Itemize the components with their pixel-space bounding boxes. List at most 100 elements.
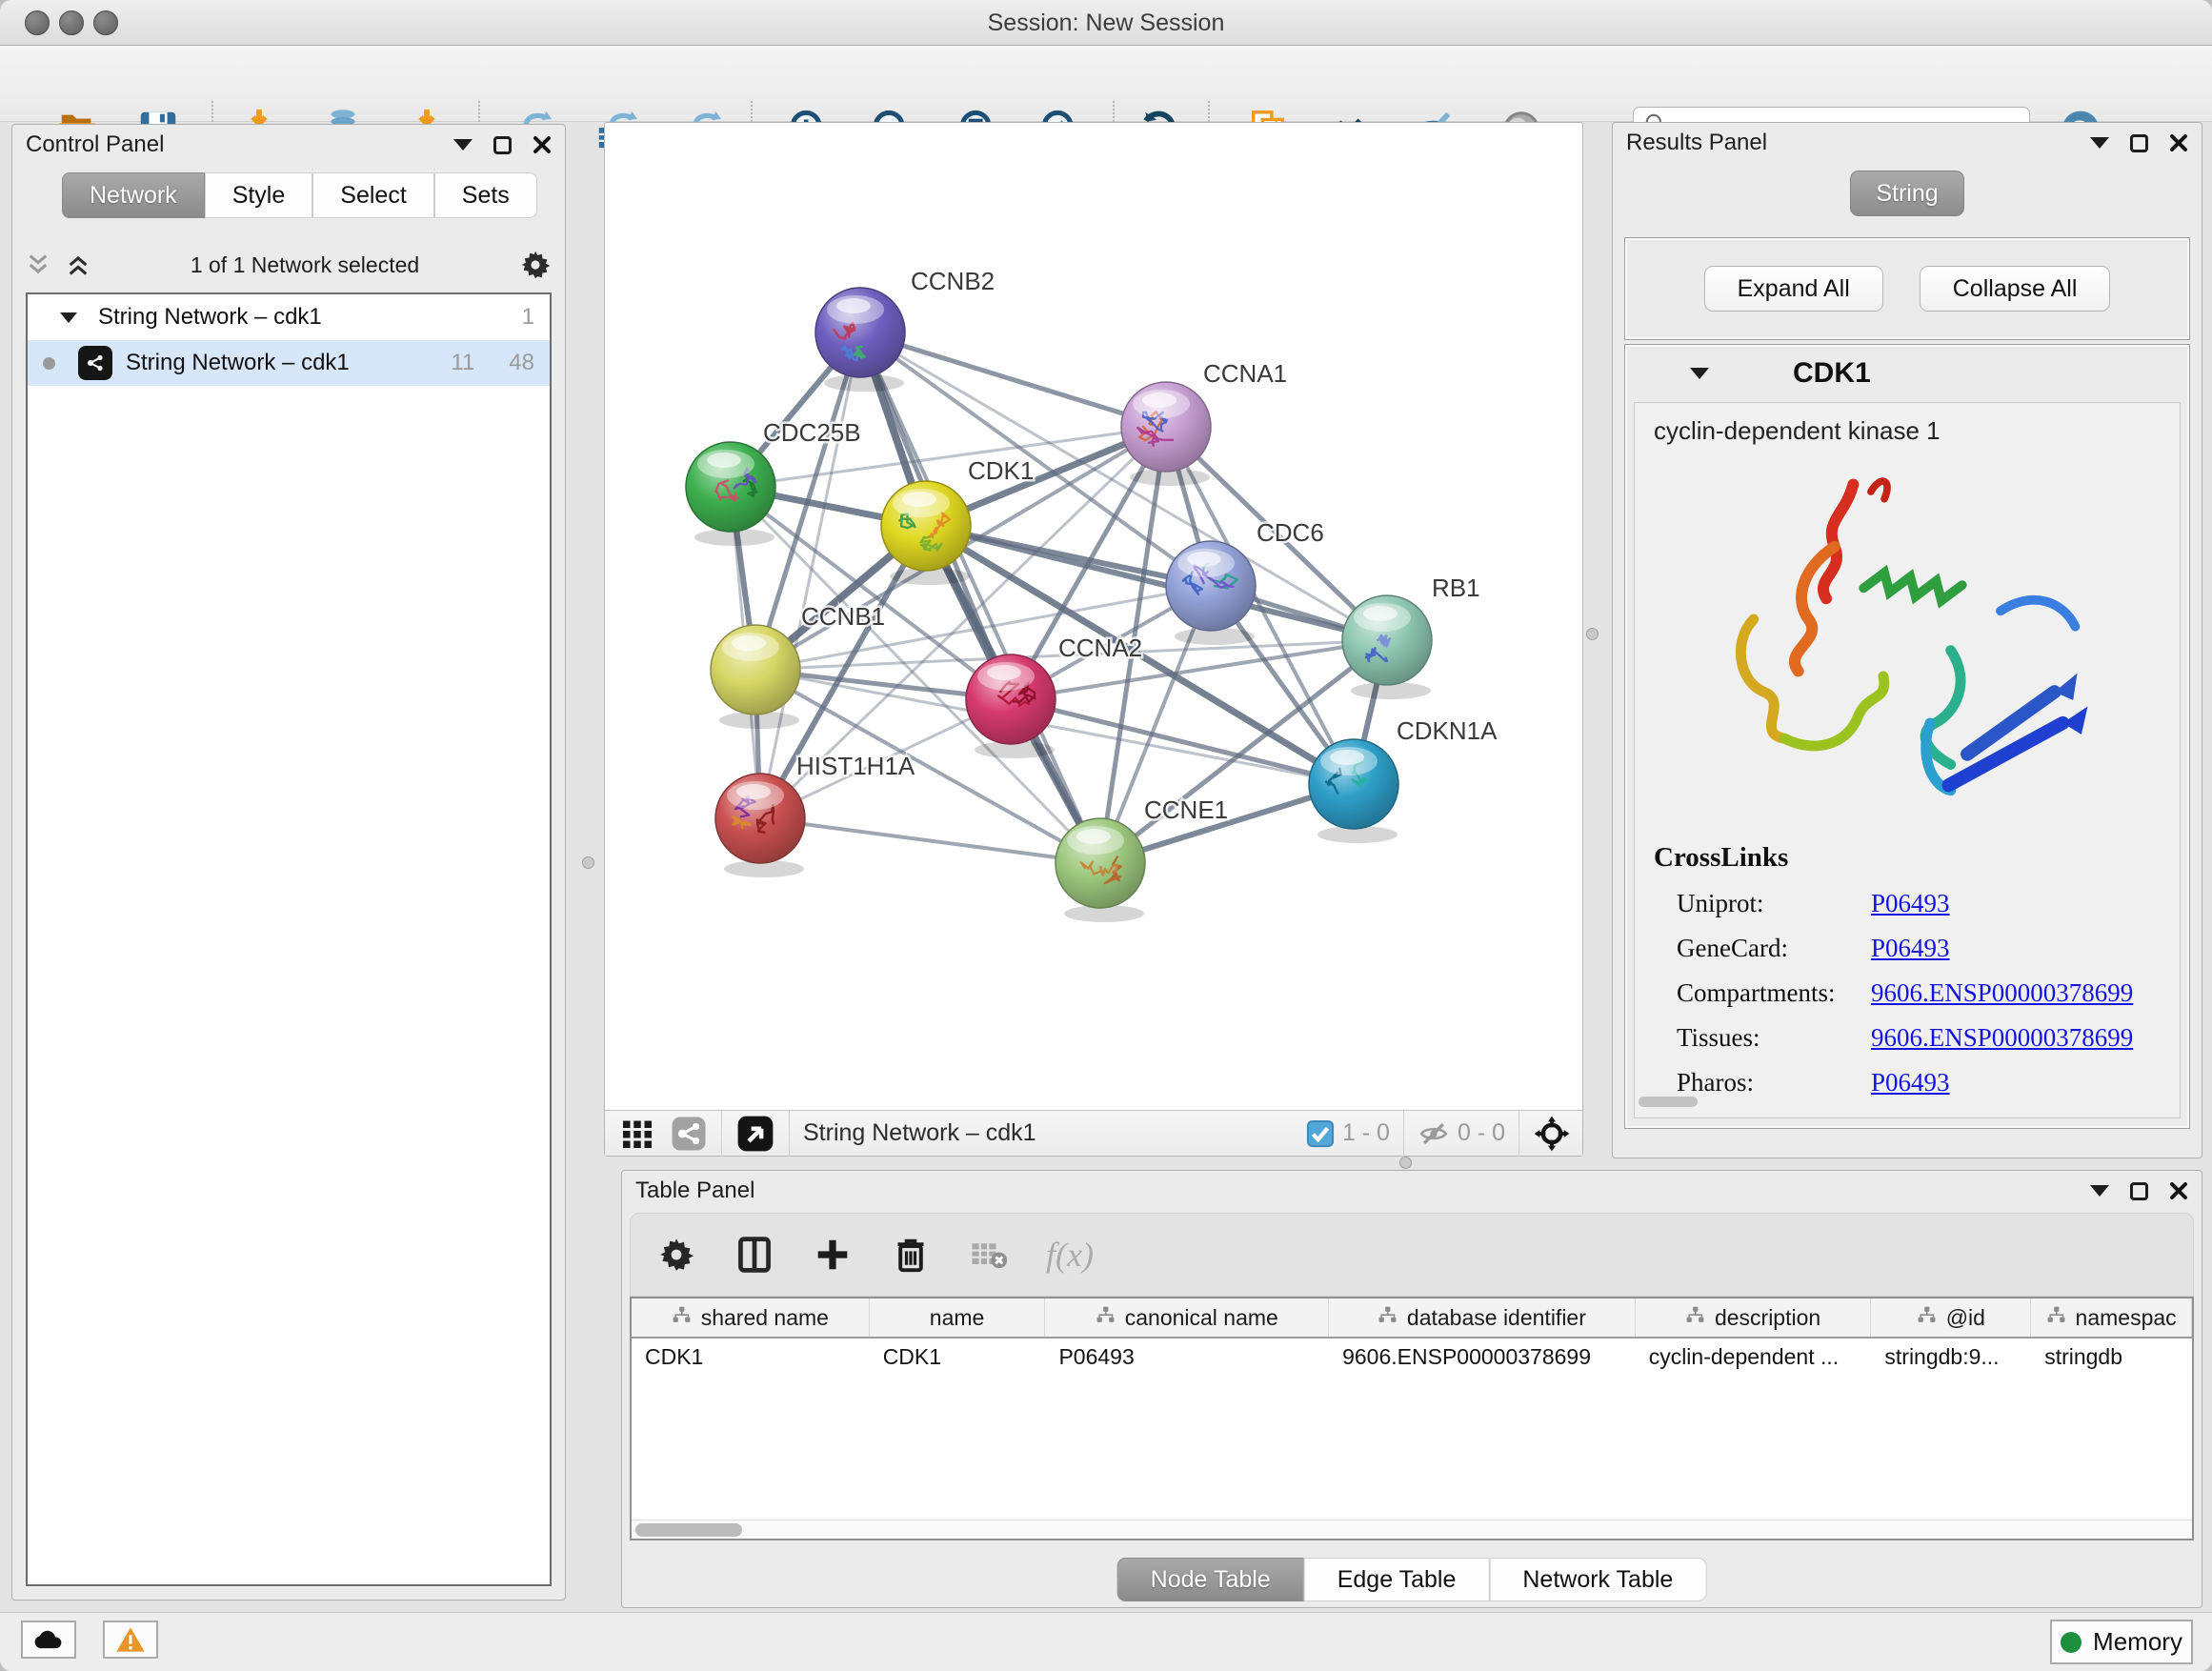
node-label-CCNE1: CCNE1 — [1144, 795, 1228, 824]
tab-network[interactable]: Network — [62, 172, 205, 218]
delete-table-icon — [968, 1234, 1010, 1276]
table-hscroll[interactable] — [632, 1520, 2192, 1539]
crosslink-link[interactable]: 9606.ENSP00000378699 — [1871, 978, 2133, 1008]
crosslink-link[interactable]: P06493 — [1871, 1068, 1950, 1097]
node-label-HIST1H1A: HIST1H1A — [796, 752, 915, 780]
column-header-label: canonical name — [1125, 1305, 1278, 1331]
crosslink-row: Uniprot:P06493 — [1654, 889, 2161, 918]
panel-float-icon[interactable] — [2130, 1182, 2148, 1200]
crosslink-row: Tissues:9606.ENSP00000378699 — [1654, 1023, 2161, 1053]
shared-column-icon — [1377, 1305, 1398, 1331]
add-column-icon[interactable] — [812, 1234, 854, 1276]
crosslink-link[interactable]: 9606.ENSP00000378699 — [1871, 1023, 2133, 1053]
shared-column-icon — [2046, 1305, 2066, 1331]
collapse-all-icon[interactable] — [26, 252, 50, 277]
panel-close-icon[interactable] — [2169, 1181, 2188, 1200]
tab-sets[interactable]: Sets — [434, 172, 537, 218]
table-cell: stringdb:9... — [1871, 1339, 2031, 1377]
node-label-CDC6: CDC6 — [1257, 518, 1324, 547]
panel-menu-icon[interactable] — [2090, 137, 2109, 149]
crosslink-link[interactable]: P06493 — [1871, 889, 1950, 918]
network-view-mode-icon[interactable] — [670, 1115, 708, 1153]
panel-menu-icon[interactable] — [2090, 1185, 2109, 1197]
results-panel-title: Results Panel — [1626, 130, 1767, 156]
edge-CCNB2-CCNE1[interactable] — [860, 332, 1100, 863]
hidden-eye-icon — [1418, 1117, 1450, 1150]
table-type-tabs: Node TableEdge TableNetwork Table — [1117, 1558, 1707, 1601]
toolbar-divider — [1518, 1111, 1519, 1157]
table-header-row: shared namename canonical name database id… — [632, 1299, 2192, 1339]
column-header-database-identifier[interactable]: database identifier — [1329, 1299, 1636, 1337]
network-canvas[interactable]: CCNB2CCNA1CDC25BCDK1CDC6RB1CCNB1CCNA2CDK… — [605, 123, 1582, 1110]
network-selection-bar: 1 of 1 Network selected — [26, 243, 552, 287]
splitter-handle[interactable] — [1586, 628, 1599, 640]
node-table: shared namename canonical name database id… — [630, 1297, 2194, 1540]
control-panel-tabs: NetworkStyleSelectSets — [62, 172, 537, 218]
shared-column-icon — [1685, 1305, 1705, 1331]
crosslink-label: Tissues: — [1654, 1023, 1871, 1053]
column-header-canonical-name[interactable]: canonical name — [1045, 1299, 1329, 1337]
panel-float-icon[interactable] — [493, 136, 512, 154]
tab-edge-table[interactable]: Edge Table — [1304, 1558, 1490, 1601]
protein-structure-image[interactable] — [1654, 455, 2161, 829]
collapse-all-button[interactable]: Collapse All — [1920, 266, 2111, 312]
column-header--id[interactable]: @id — [1871, 1299, 2031, 1337]
delete-column-trash-icon[interactable] — [890, 1234, 932, 1276]
expand-all-button[interactable]: Expand All — [1704, 266, 1883, 312]
panel-close-icon[interactable] — [533, 135, 552, 154]
splitter-handle[interactable] — [582, 856, 594, 869]
memory-button[interactable]: Memory — [2050, 1620, 2193, 1664]
column-header-description[interactable]: description — [1636, 1299, 1872, 1337]
panel-float-icon[interactable] — [2130, 134, 2148, 152]
edge-HIST1H1A-CCNE1[interactable] — [760, 818, 1100, 863]
section-expander-icon[interactable] — [1690, 368, 1709, 379]
memory-label: Memory — [2093, 1627, 2182, 1657]
column-header-shared-name[interactable]: shared name — [632, 1299, 870, 1337]
expand-all-icon[interactable] — [66, 252, 90, 277]
function-builder-icon: f(x) — [1046, 1235, 1094, 1275]
network-row[interactable]: String Network – cdk1 11 48 — [28, 340, 550, 386]
table-cell: cyclin-dependent ... — [1636, 1339, 1872, 1377]
tab-string[interactable]: String — [1850, 171, 1964, 216]
column-header-namespac[interactable]: namespac — [2031, 1299, 2192, 1337]
gene-details-box: CDK1 cyclin-dependent kinase 1 — [1624, 344, 2190, 1129]
tree-expander-icon[interactable] — [60, 312, 77, 323]
grid-view-icon[interactable] — [620, 1117, 654, 1151]
node-label-CDC25B: CDC25B — [763, 418, 861, 447]
gear-icon[interactable] — [519, 249, 552, 281]
panel-menu-icon[interactable] — [453, 139, 473, 151]
selected-checkbox-icon[interactable] — [1306, 1119, 1335, 1148]
table-settings-gear-icon[interactable] — [655, 1234, 697, 1276]
table-cell: stringdb — [2031, 1339, 2192, 1377]
crosslink-row: GeneCard:P06493 — [1654, 934, 2161, 963]
show-columns-icon[interactable] — [734, 1234, 775, 1276]
node-label-CCNA2: CCNA2 — [1058, 634, 1142, 662]
tab-select[interactable]: Select — [312, 172, 433, 218]
window-title: Session: New Session — [0, 10, 2212, 37]
table-row[interactable]: CDK1CDK1P064939606.ENSP00000378699cyclin… — [632, 1339, 2192, 1377]
crosslink-row: Compartments:9606.ENSP00000378699 — [1654, 978, 2161, 1008]
table-hscroll-thumb[interactable] — [635, 1523, 742, 1537]
detach-view-icon[interactable] — [735, 1114, 775, 1154]
tab-style[interactable]: Style — [205, 172, 313, 218]
birdseye-crosshair-icon[interactable] — [1533, 1115, 1571, 1153]
warning-status-button[interactable] — [103, 1621, 158, 1659]
crosslink-label: Uniprot: — [1654, 889, 1871, 918]
cloud-icon — [32, 1627, 65, 1652]
panel-close-icon[interactable] — [2169, 133, 2188, 152]
tab-network-table[interactable]: Network Table — [1489, 1558, 1706, 1601]
collection-count: 1 — [522, 304, 534, 331]
node-label-CCNA1: CCNA1 — [1203, 359, 1287, 388]
splitter-handle[interactable] — [1399, 1157, 1412, 1169]
gene-section-header[interactable]: CDK1 — [1627, 347, 2187, 400]
network-collection-row[interactable]: String Network – cdk1 1 — [28, 294, 550, 340]
results-actions-box: Expand All Collapse All — [1624, 237, 2190, 340]
control-panel: Control Panel NetworkStyleSelectSets 1 o… — [11, 124, 566, 1601]
application-window: Session: New Session — [0, 0, 2212, 1671]
results-hscroll-thumb[interactable] — [1639, 1097, 1698, 1107]
tab-node-table[interactable]: Node Table — [1117, 1558, 1304, 1601]
edge-CCNB2-CCNA1[interactable] — [860, 332, 1166, 427]
crosslink-link[interactable]: P06493 — [1871, 934, 1950, 963]
cloud-status-button[interactable] — [21, 1621, 76, 1659]
column-header-name[interactable]: name — [870, 1299, 1046, 1337]
